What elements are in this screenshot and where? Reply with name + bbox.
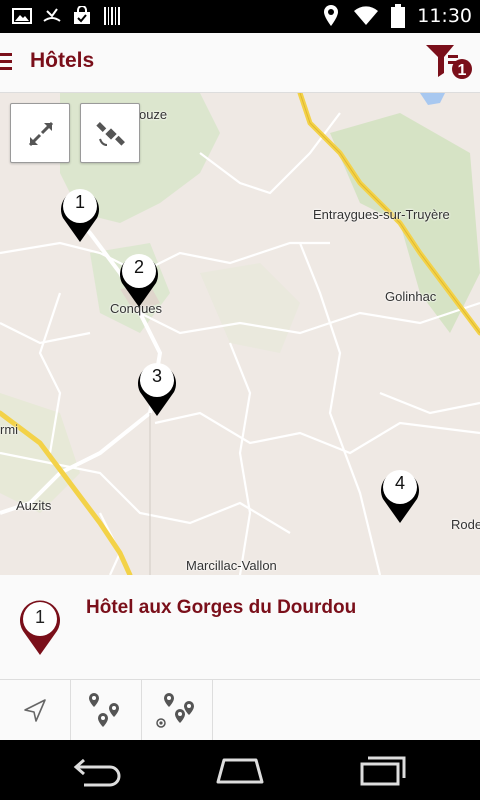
app-screen: 11:30 Hôtels 1 Entraygues-sur-Truyère Go… [0,0,480,800]
location-icon [324,5,339,26]
hotel-marker[interactable]: 4 [379,467,421,525]
marker-number: 4 [394,473,405,493]
map-label-entraygues: Entraygues-sur-Truyère [313,207,450,222]
satellite-button[interactable] [80,103,140,163]
missed-call-icon [43,8,61,22]
shopping-bag-icon [74,6,90,24]
bottom-toolbar [0,679,480,741]
selected-hotel-pin: 1 [18,597,62,657]
marker-number: 2 [133,257,144,277]
map-label-rode: Rode [451,517,480,532]
marker-number: 3 [151,366,162,386]
nearby-button[interactable] [71,680,142,741]
back-icon[interactable] [70,754,130,788]
selected-hotel-name[interactable]: Hôtel aux Gorges du Dourdou [86,597,356,619]
image-icon [12,8,32,24]
nearby-icon [89,692,119,727]
status-time: 11:30 [417,5,472,27]
map-label-rmi: rmi [0,422,19,437]
hotel-marker[interactable]: 1 [59,186,101,244]
selected-hotel-panel[interactable]: 1 Hôtel aux Gorges du Dourdou [0,575,480,679]
home-icon[interactable] [210,754,270,788]
menu-icon[interactable] [0,51,14,73]
system-navigation-bar [0,740,480,800]
hotel-marker[interactable]: 3 [136,360,178,418]
status-bar: 11:30 [0,0,480,33]
around-me-icon [156,692,194,728]
navigate-button[interactable] [0,680,71,741]
selected-hotel-number: 1 [34,607,45,627]
map-label-golinhac: Golinhac [385,289,437,304]
battery-icon [391,4,406,28]
barcode-icon [104,7,120,25]
filter-count-badge: 1 [458,62,467,79]
filter-button[interactable]: 1 [424,43,472,83]
around-me-button[interactable] [142,680,213,741]
app-bar: Hôtels 1 [0,33,480,93]
navigate-icon [24,698,46,722]
map-label-auzits: Auzits [16,498,52,513]
map-view[interactable]: Cassaniouze Entraygues-sur-Truyère Golin… [0,93,480,575]
fullscreen-icon [28,121,54,147]
wifi-icon [354,6,379,26]
satellite-icon [96,122,125,146]
hotel-marker[interactable]: 2 [118,251,160,309]
map-label-marcillac: Marcillac-Vallon [186,558,277,573]
marker-number: 1 [74,192,85,212]
recent-apps-icon[interactable] [354,754,414,788]
fullscreen-button[interactable] [10,103,70,163]
page-title: Hôtels [30,49,95,72]
